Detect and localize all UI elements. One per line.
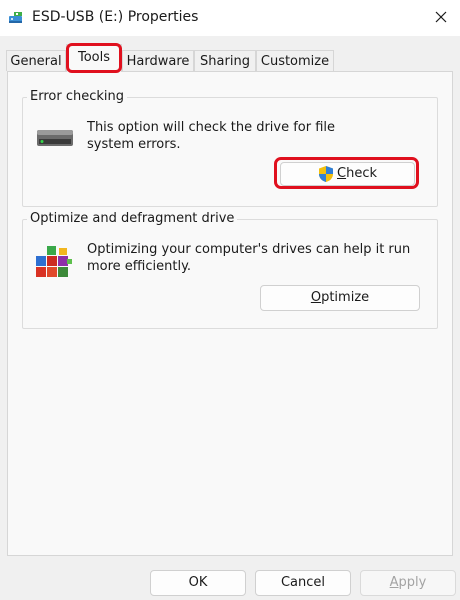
error-checking-title: Error checking	[27, 89, 127, 105]
defragment-icon	[34, 244, 74, 284]
tab-label: Sharing	[200, 54, 250, 69]
tab-sharing[interactable]: Sharing	[194, 50, 256, 71]
uac-shield-icon	[318, 165, 334, 183]
cancel-button[interactable]: Cancel	[255, 570, 351, 596]
error-checking-description-line2: system errors.	[87, 137, 181, 152]
ok-label: OK	[188, 575, 208, 590]
ok-button[interactable]: OK	[150, 570, 246, 596]
tab-label: Tools	[77, 50, 111, 65]
check-label-rest: heck	[346, 166, 377, 181]
close-button[interactable]	[426, 4, 456, 30]
title-bar: ESD-USB (E:) Properties	[0, 0, 460, 36]
optimize-button[interactable]: Optimize	[260, 285, 420, 311]
tab-label: General	[10, 54, 62, 69]
cancel-label: Cancel	[280, 575, 326, 590]
optimize-accelerator: O	[310, 290, 322, 305]
optimize-label-rest: ptimize	[321, 290, 370, 305]
check-button[interactable]: Check	[280, 162, 415, 186]
tab-hardware[interactable]: Hardware	[122, 50, 194, 71]
window-title: ESD-USB (E:) Properties	[32, 9, 199, 25]
tab-tools[interactable]: Tools	[66, 44, 122, 72]
apply-label-rest: pply	[398, 575, 427, 590]
check-button-label: Check	[337, 166, 377, 182]
check-accelerator: C	[337, 166, 347, 181]
optimize-title: Optimize and defragment drive	[27, 211, 238, 227]
tab-strip: General Tools Hardware Sharing Customize	[0, 36, 460, 72]
apply-button-label: Apply	[390, 575, 427, 591]
tab-customize[interactable]: Customize	[256, 50, 334, 71]
optimize-group	[22, 219, 438, 329]
tools-panel: Error checking This option will check th…	[7, 71, 453, 556]
tab-label: Customize	[260, 54, 330, 69]
usb-drive-icon	[8, 10, 24, 24]
tab-general[interactable]: General	[6, 50, 66, 71]
optimize-button-label: Optimize	[311, 290, 369, 306]
apply-button[interactable]: Apply	[360, 570, 456, 596]
tab-label: Hardware	[126, 54, 190, 69]
error-checking-group	[22, 97, 438, 207]
optimize-description-line2: more efficiently.	[87, 259, 192, 274]
optimize-description-line1: Optimizing your computer's drives can he…	[87, 242, 411, 257]
apply-accelerator: A	[389, 575, 399, 590]
close-icon	[435, 8, 447, 27]
drive-icon	[36, 128, 74, 152]
error-checking-description-line1: This option will check the drive for fil…	[87, 120, 336, 135]
